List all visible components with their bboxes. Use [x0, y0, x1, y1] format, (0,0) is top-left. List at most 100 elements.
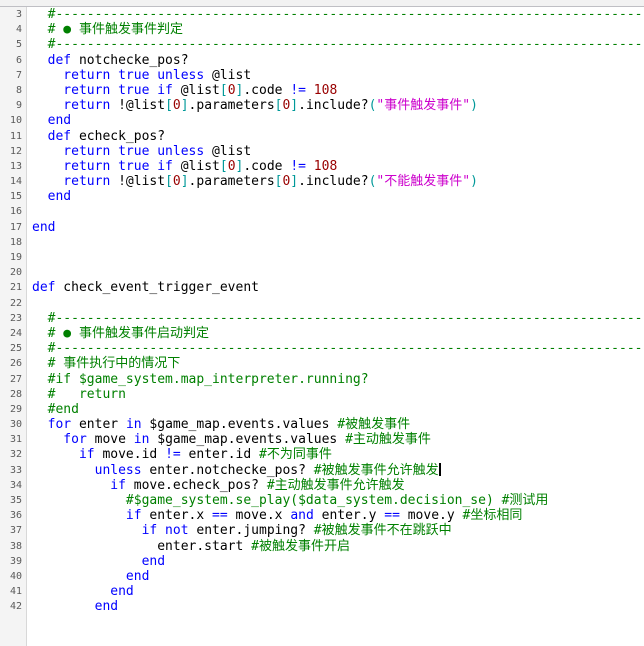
- code-line[interactable]: return true if @list[0].code != 108: [32, 83, 644, 98]
- code-token-pln: !@list: [118, 174, 166, 190]
- code-token-pln: $game_map.events.values: [149, 417, 338, 433]
- code-line[interactable]: # 事件执行中的情况下: [32, 356, 644, 371]
- line-number: 36: [9, 510, 22, 522]
- editor-body[interactable]: 3 4 5 6 7 8 9 10 11 12 13 14 15 16 17 18 19 20 21 22 23 24 25 2…: [0, 7, 644, 646]
- code-line[interactable]: end: [32, 189, 644, 204]
- code-token-cmt: #被触发事件允许触发: [313, 462, 439, 478]
- code-token-cmt: #主动触发事件: [345, 432, 431, 448]
- code-line[interactable]: enter.start #被触发事件开启: [32, 539, 644, 554]
- code-token-cmt: # ● 事件触发事件判定: [32, 22, 183, 38]
- line-number: 26: [9, 358, 22, 370]
- code-token-brk: ): [470, 98, 478, 114]
- line-number: 27: [9, 373, 22, 385]
- code-line[interactable]: return true if @list[0].code != 108: [32, 159, 644, 174]
- code-token-cmt: #---------------------------------------…: [32, 7, 644, 22]
- code-line[interactable]: end: [32, 554, 644, 569]
- code-line[interactable]: def echeck_pos?: [32, 129, 644, 144]
- code-line[interactable]: # return: [32, 387, 644, 402]
- code-line[interactable]: # ● 事件触发事件启动判定: [32, 326, 644, 341]
- line-number: 29: [9, 403, 22, 415]
- code-line[interactable]: end: [32, 569, 644, 584]
- code-line[interactable]: # ● 事件触发事件判定: [32, 22, 644, 37]
- code-token-kw: return true unless: [32, 67, 213, 83]
- code-line[interactable]: end: [32, 113, 644, 128]
- code-line[interactable]: #---------------------------------------…: [32, 341, 644, 356]
- code-line[interactable]: end: [32, 584, 644, 599]
- code-line[interactable]: [32, 204, 644, 219]
- code-line[interactable]: for enter in $game_map.events.values #被触…: [32, 417, 644, 432]
- code-line[interactable]: [32, 235, 644, 250]
- code-line[interactable]: return true unless @list: [32, 68, 644, 83]
- code-line[interactable]: def check_event_trigger_event: [32, 280, 644, 295]
- code-line[interactable]: if enter.x == move.x and enter.y == move…: [32, 508, 644, 523]
- code-token-cmt: #坐标相同: [462, 508, 523, 524]
- code-line[interactable]: #if $game_system.map_interpreter.running…: [32, 372, 644, 387]
- code-token-num: 108: [313, 82, 338, 98]
- line-number: 7: [15, 69, 22, 81]
- line-number: 40: [9, 570, 22, 582]
- code-token-kw: end: [32, 599, 119, 615]
- code-line[interactable]: #---------------------------------------…: [32, 311, 644, 326]
- code-line[interactable]: [32, 296, 644, 311]
- code-line[interactable]: if not enter.jumping? #被触发事件不在跳跃中: [32, 523, 644, 538]
- code-token-pln: !@list: [118, 98, 166, 114]
- code-line[interactable]: def notchecke_pos?: [32, 53, 644, 68]
- line-number: 22: [9, 297, 22, 309]
- code-line[interactable]: unless enter.notchecke_pos? #被触发事件允许触发: [32, 462, 644, 478]
- code-token-pln: move.id: [102, 447, 166, 463]
- code-line[interactable]: #$game_system.se_play($data_system.decis…: [32, 493, 644, 508]
- code-line[interactable]: for move in $game_map.events.values #主动触…: [32, 432, 644, 447]
- code-token-cmt: #不为同事件: [259, 447, 332, 463]
- code-token-pln: enter.jumping?: [196, 523, 314, 539]
- code-token-pln: .code: [243, 82, 291, 98]
- code-token-brk: ]: [180, 174, 189, 190]
- code-token-cmt: #---------------------------------------…: [32, 341, 644, 357]
- line-number: 32: [9, 449, 22, 461]
- code-token-kw: end: [32, 568, 150, 584]
- code-token-kw: def: [32, 128, 72, 144]
- code-line[interactable]: #end: [32, 402, 644, 417]
- line-number-gutter[interactable]: 3 4 5 6 7 8 9 10 11 12 13 14 15 16 17 18 19 20 21 22 23 24 25 2…: [0, 7, 27, 646]
- code-token-cmt: #end: [32, 401, 79, 417]
- code-token-pln: move.echeck_pos?: [133, 477, 267, 493]
- code-token-kw: unless: [32, 462, 150, 478]
- code-token-kw: return: [32, 174, 119, 190]
- code-token-brk: [: [165, 174, 173, 190]
- code-line[interactable]: if move.echeck_pos? #主动触发事件允许触发: [32, 478, 644, 493]
- code-text-area[interactable]: #---------------------------------------…: [27, 7, 644, 646]
- code-line[interactable]: end: [32, 220, 644, 235]
- code-token-str: "不能触发事件": [376, 174, 471, 190]
- code-token-pln: [306, 83, 314, 98]
- code-line[interactable]: [32, 250, 644, 265]
- code-token-pln: .include?: [298, 98, 369, 114]
- code-line[interactable]: end: [32, 599, 644, 614]
- code-token-kw: end: [32, 189, 72, 205]
- code-token-kw: if: [32, 447, 103, 463]
- code-token-kw: !=: [290, 158, 306, 174]
- code-token-pln: enter.id: [180, 447, 260, 463]
- line-number: 17: [9, 221, 22, 233]
- line-number: 8: [15, 84, 22, 96]
- code-token-num: 0: [227, 158, 236, 174]
- code-token-pln: notchecke_pos?: [71, 52, 189, 68]
- code-token-cmt: #$game_system.se_play($data_system.decis…: [32, 493, 549, 508]
- code-token-cmt: # 事件执行中的情况下: [32, 356, 181, 372]
- code-line[interactable]: return true unless @list: [32, 144, 644, 159]
- line-number: 35: [9, 495, 22, 506]
- code-line[interactable]: #---------------------------------------…: [32, 7, 644, 22]
- line-number: 39: [9, 555, 22, 567]
- code-line[interactable]: #---------------------------------------…: [32, 37, 644, 52]
- code-token-kw: return: [32, 98, 119, 114]
- code-line[interactable]: [32, 265, 644, 280]
- line-number: 42: [9, 601, 22, 613]
- line-number: 20: [9, 267, 22, 279]
- code-token-cmt: # return: [32, 386, 126, 402]
- code-line[interactable]: return !@list[0].parameters[0].include?(…: [32, 98, 644, 113]
- code-token-kw: return true unless: [32, 143, 213, 159]
- code-token-pln: move.x: [227, 508, 291, 524]
- code-token-brk: [: [219, 82, 228, 98]
- code-line[interactable]: return !@list[0].parameters[0].include?(…: [32, 174, 644, 189]
- code-token-num: 0: [227, 82, 236, 98]
- code-token-brk: ): [470, 174, 478, 190]
- code-line[interactable]: if move.id != enter.id #不为同事件: [32, 447, 644, 462]
